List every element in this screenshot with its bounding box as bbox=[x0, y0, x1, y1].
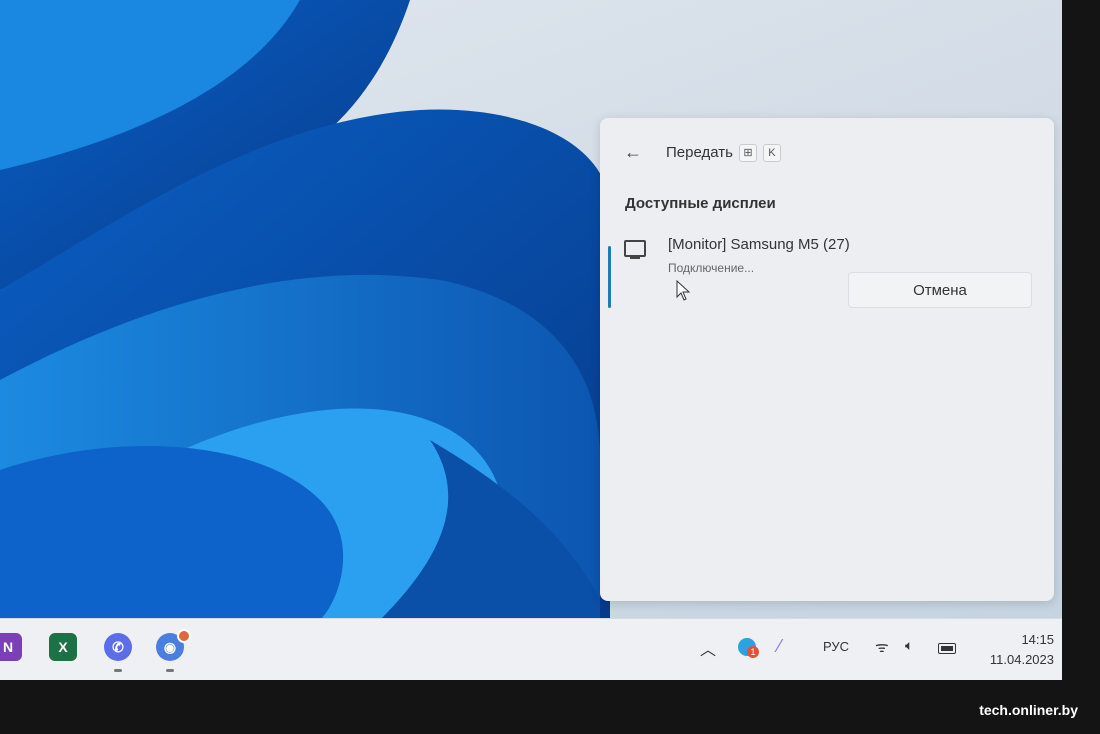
pen-icon[interactable]: ⁄ bbox=[778, 636, 781, 657]
screen: ← Передать ⊞ K Доступные дисплеи [Monito… bbox=[0, 0, 1062, 680]
mouse-cursor-icon bbox=[676, 280, 691, 301]
back-arrow-icon[interactable]: ← bbox=[624, 142, 642, 163]
onenote-app-icon[interactable]: N bbox=[0, 633, 22, 661]
windows-key-icon: ⊞ bbox=[738, 143, 757, 162]
running-indicator bbox=[114, 669, 122, 672]
running-indicator bbox=[166, 669, 174, 672]
selection-indicator bbox=[608, 246, 611, 308]
battery-icon[interactable] bbox=[938, 643, 956, 654]
device-name: [Monitor] Samsung M5 (27) bbox=[668, 236, 850, 253]
viber-app-icon[interactable]: ✆ bbox=[104, 633, 132, 661]
cast-panel: ← Передать ⊞ K Доступные дисплеи [Monito… bbox=[600, 118, 1054, 601]
telegram-badge: 1 bbox=[747, 646, 759, 658]
clock[interactable]: 14:15 11.04.2023 bbox=[990, 630, 1054, 670]
watermark: tech.onliner.by bbox=[979, 702, 1078, 718]
k-key-badge: K bbox=[762, 143, 781, 162]
time: 14:15 bbox=[1021, 632, 1054, 647]
connection-status: Подключение... bbox=[668, 261, 755, 275]
notification-dot bbox=[177, 629, 191, 643]
section-heading: Доступные дисплеи bbox=[625, 195, 776, 212]
volume-icon[interactable]: 🔈︎ bbox=[905, 637, 913, 654]
taskbar: N X ✆ ◉ ︿ 1 ⁄ РУС ᯤ 🔈︎ 14:15 11.04.2023 bbox=[0, 618, 1062, 680]
display-list-item[interactable]: [Monitor] Samsung M5 (27) Подключение...… bbox=[608, 234, 1040, 314]
language-indicator[interactable]: РУС bbox=[823, 639, 849, 654]
panel-title: Передать bbox=[666, 144, 733, 161]
show-hidden-icons-chevron-icon[interactable]: ︿ bbox=[700, 636, 716, 660]
date: 11.04.2023 bbox=[989, 652, 1054, 667]
wifi-icon[interactable]: ᯤ bbox=[875, 637, 889, 657]
monitor-icon bbox=[624, 240, 646, 259]
excel-app-icon[interactable]: X bbox=[49, 633, 77, 661]
cancel-button[interactable]: Отмена bbox=[848, 272, 1032, 308]
